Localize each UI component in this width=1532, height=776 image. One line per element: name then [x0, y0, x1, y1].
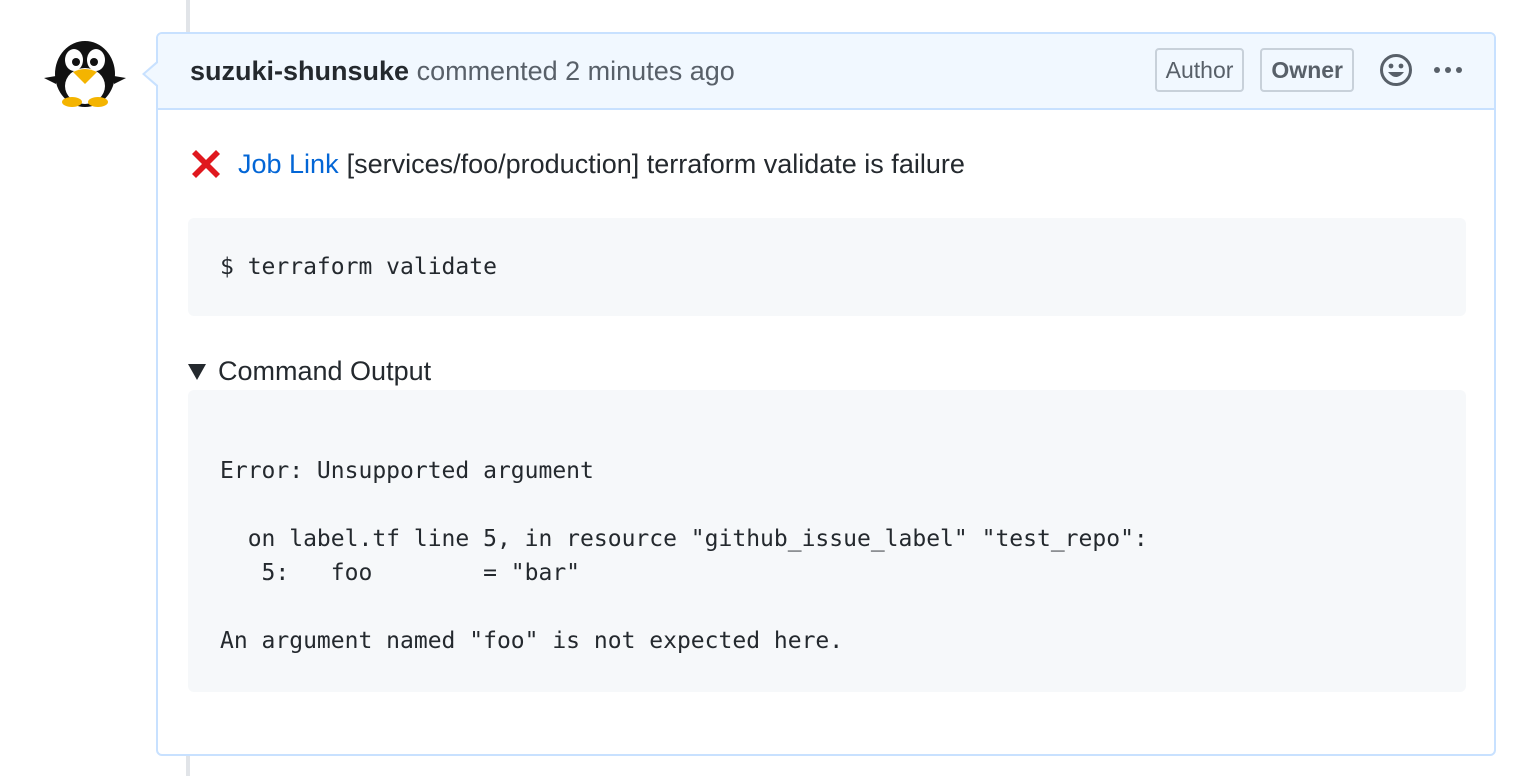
command-code-block: $ terraform validate	[188, 218, 1466, 316]
job-link[interactable]: Job Link	[238, 149, 339, 180]
comment-box: suzuki-shunsuke commented 2 minutes ago …	[142, 32, 1496, 756]
details-label: Command Output	[218, 356, 432, 386]
command-text: $ terraform validate	[220, 254, 497, 280]
smiley-icon	[1380, 54, 1412, 86]
owner-badge: Owner	[1260, 48, 1354, 92]
output-line: Error: Unsupported argument	[220, 458, 594, 484]
penguin-avatar[interactable]	[40, 36, 130, 108]
kebab-horizontal-icon	[1434, 67, 1462, 73]
output-line: An argument named "foo" is not expected …	[220, 628, 844, 654]
comment-meta: suzuki-shunsuke commented 2 minutes ago	[190, 56, 735, 87]
issue-timeline: suzuki-shunsuke commented 2 minutes ago …	[0, 0, 1532, 776]
author-link[interactable]: suzuki-shunsuke	[190, 56, 409, 86]
status-text: [services/foo/production] terraform vali…	[346, 148, 965, 179]
author-badge: Author	[1154, 48, 1245, 92]
command-output-toggle[interactable]: Command Output	[188, 356, 431, 387]
status-line: Job Link [services/foo/production] terra…	[188, 146, 965, 182]
comment-action: commented	[416, 55, 558, 86]
triangle-down-icon	[188, 363, 206, 380]
comment-header: suzuki-shunsuke commented 2 minutes ago …	[158, 34, 1494, 110]
cross-mark-icon	[192, 150, 220, 178]
comment-actions: Author Owner	[1154, 48, 1464, 92]
command-output-block: Error: Unsupported argument on label.tf …	[188, 390, 1466, 692]
output-line: 5: foo = "bar"	[220, 560, 581, 586]
output-line: on label.tf line 5, in resource "github_…	[220, 526, 1148, 552]
more-options-button[interactable]	[1432, 52, 1464, 88]
comment-timestamp[interactable]: 2 minutes ago	[565, 56, 735, 86]
add-reaction-button[interactable]	[1378, 52, 1414, 88]
